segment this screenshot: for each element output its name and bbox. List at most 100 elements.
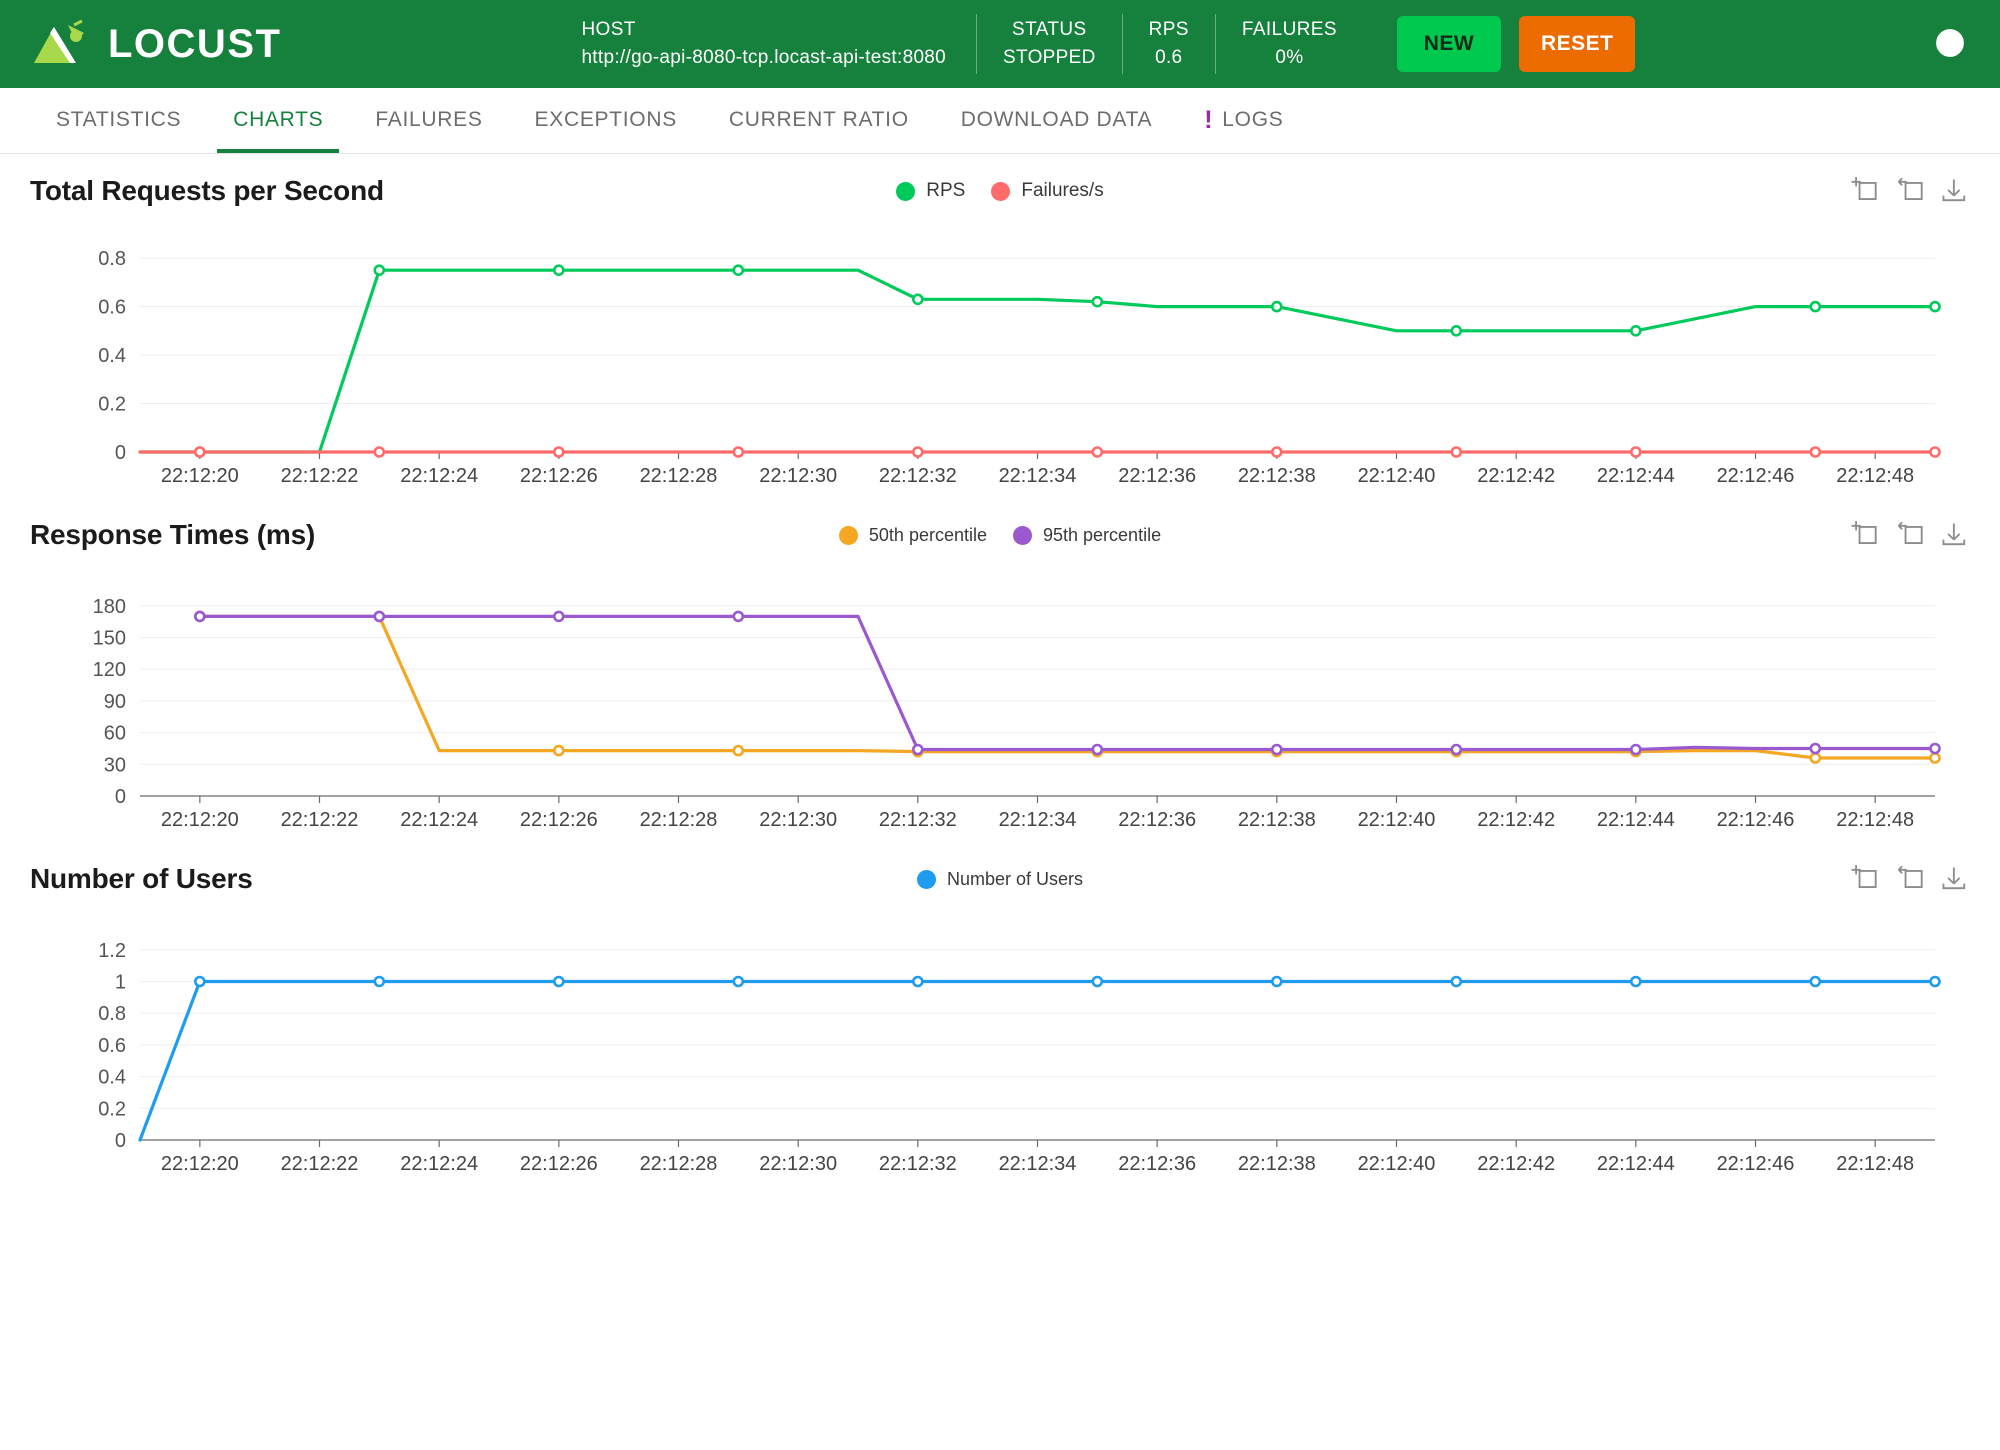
svg-text:0: 0 xyxy=(115,1130,126,1152)
restore-icon[interactable] xyxy=(1894,176,1924,206)
tab-statistics[interactable]: STATISTICS xyxy=(30,87,207,153)
tab-charts[interactable]: CHARTS xyxy=(207,87,349,153)
svg-text:22:12:22: 22:12:22 xyxy=(281,465,359,487)
svg-text:22:12:42: 22:12:42 xyxy=(1477,1153,1555,1175)
tab-label: FAILURES xyxy=(375,108,483,131)
legend-color-dot xyxy=(896,181,916,201)
chart-header: Number of Users Number of Users xyxy=(30,842,1970,916)
svg-text:22:12:34: 22:12:34 xyxy=(999,1153,1077,1175)
svg-text:0: 0 xyxy=(115,442,126,464)
legend-label: Failures/s xyxy=(1021,180,1104,201)
legend-color-dot xyxy=(1013,525,1032,545)
svg-text:22:12:32: 22:12:32 xyxy=(879,809,957,831)
tab-label: LOGS xyxy=(1222,108,1284,131)
svg-text:22:12:42: 22:12:42 xyxy=(1477,809,1555,831)
svg-text:22:12:24: 22:12:24 xyxy=(400,1153,478,1175)
svg-text:22:12:38: 22:12:38 xyxy=(1238,465,1316,487)
rps-label: RPS xyxy=(1148,19,1189,40)
download-icon[interactable] xyxy=(1940,520,1970,550)
status-cell: STATUS STOPPED xyxy=(976,14,1122,74)
svg-text:1.2: 1.2 xyxy=(98,940,126,962)
svg-text:22:12:48: 22:12:48 xyxy=(1836,809,1914,831)
chart-block-0: Total Requests per Second RPS Failures/s 0 0… xyxy=(0,154,2000,498)
zoom-area-icon[interactable] xyxy=(1848,520,1878,550)
rps-cell: RPS 0.6 xyxy=(1121,14,1215,74)
exclamation-icon: ! xyxy=(1204,105,1214,134)
tab-download-data[interactable]: DOWNLOAD DATA xyxy=(935,87,1179,153)
plot-area[interactable]: 0 30 60 90 120 150 180 22:12:20 22:12:22 22:12:24… xyxy=(30,572,1970,842)
legend-item-95th-percentile[interactable]: 95th percentile xyxy=(1013,525,1161,546)
tab-label: EXCEPTIONS xyxy=(534,108,677,131)
chart-header: Response Times (ms) 50th percentile 95th p… xyxy=(30,498,1970,572)
status-label: STATUS xyxy=(1012,19,1087,40)
svg-text:22:12:32: 22:12:32 xyxy=(879,465,957,487)
svg-text:22:12:44: 22:12:44 xyxy=(1597,809,1675,831)
svg-text:22:12:26: 22:12:26 xyxy=(520,465,598,487)
legend-item-50th-percentile[interactable]: 50th percentile xyxy=(838,524,987,546)
plot-area[interactable]: 0 0.2 0.4 0.6 0.8 22:12:20 22:12:22 22:12:24 22:… xyxy=(30,228,1970,498)
svg-text:22:12:32: 22:12:32 xyxy=(879,1153,957,1175)
legend-color-dot xyxy=(916,869,936,889)
new-test-button[interactable]: NEW xyxy=(1396,16,1501,72)
plot-area[interactable]: 0 0.2 0.4 0.6 0.8 1 1.2 22:12:20 22:12:22 22:12:2… xyxy=(30,916,1970,1186)
locust-logo-icon xyxy=(30,19,92,69)
svg-text:22:12:30: 22:12:30 xyxy=(759,809,837,831)
svg-text:22:12:20: 22:12:20 xyxy=(161,1153,239,1175)
svg-text:22:12:28: 22:12:28 xyxy=(640,809,718,831)
failures-value: 0% xyxy=(1275,47,1304,68)
chart-toolbar xyxy=(1848,176,1970,206)
svg-text:0.8: 0.8 xyxy=(98,248,126,270)
svg-text:22:12:48: 22:12:48 xyxy=(1836,1153,1914,1175)
charts-container: Total Requests per Second RPS Failures/s 0 0… xyxy=(0,154,2000,1186)
dark-mode-toggle-button[interactable] xyxy=(1922,16,1978,72)
tab-failures[interactable]: FAILURES xyxy=(349,87,508,153)
svg-text:1: 1 xyxy=(115,972,126,994)
chart-header: Total Requests per Second RPS Failures/s xyxy=(30,154,1970,228)
svg-text:22:12:20: 22:12:20 xyxy=(161,465,239,487)
svg-text:22:12:38: 22:12:38 xyxy=(1238,809,1316,831)
chart-legend: Number of Users xyxy=(30,869,1970,890)
zoom-area-icon[interactable] xyxy=(1848,176,1878,206)
chart-title: Total Requests per Second xyxy=(30,175,384,206)
host-cell: HOST http://go-api-8080-tcp.locast-api-t… xyxy=(581,14,976,74)
chart-title: Response Times (ms) xyxy=(30,519,316,550)
svg-text:22:12:48: 22:12:48 xyxy=(1836,465,1914,487)
legend-label: 50th percentile xyxy=(868,524,987,545)
failures-label: FAILURES xyxy=(1241,19,1337,40)
svg-text:150: 150 xyxy=(93,628,126,650)
svg-text:22:12:40: 22:12:40 xyxy=(1358,1153,1436,1175)
download-icon[interactable] xyxy=(1940,176,1970,206)
tab-current-ratio[interactable]: CURRENT RATIO xyxy=(703,87,935,153)
zoom-area-icon[interactable] xyxy=(1848,864,1878,894)
restore-icon[interactable] xyxy=(1894,864,1924,894)
svg-text:22:12:44: 22:12:44 xyxy=(1597,1153,1675,1175)
legend-item-failures-s[interactable]: Failures/s xyxy=(991,180,1104,202)
svg-text:22:12:34: 22:12:34 xyxy=(999,809,1077,831)
svg-text:120: 120 xyxy=(93,659,126,681)
chart-title: Number of Users xyxy=(30,863,253,894)
tab-label: DOWNLOAD DATA xyxy=(960,108,1153,131)
reset-stats-button[interactable]: RESET xyxy=(1518,16,1636,72)
svg-text:0.6: 0.6 xyxy=(98,297,126,319)
legend-label: Number of Users xyxy=(946,868,1084,889)
svg-text:22:12:22: 22:12:22 xyxy=(281,809,359,831)
tab-logs[interactable]: ! LOGS xyxy=(1178,87,1309,153)
svg-text:22:12:28: 22:12:28 xyxy=(640,1153,718,1175)
legend-item-number-of-users[interactable]: Number of Users xyxy=(916,868,1084,890)
svg-text:22:12:36: 22:12:36 xyxy=(1118,465,1196,487)
legend-item-rps[interactable]: RPS xyxy=(896,180,965,202)
host-value: http://go-api-8080-tcp.locast-api-test:8… xyxy=(581,47,947,68)
svg-text:22:12:20: 22:12:20 xyxy=(161,809,239,831)
svg-text:22:12:34: 22:12:34 xyxy=(999,465,1077,487)
restore-icon[interactable] xyxy=(1894,520,1924,550)
svg-text:22:12:46: 22:12:46 xyxy=(1717,1153,1795,1175)
svg-text:22:12:46: 22:12:46 xyxy=(1717,809,1795,831)
dark-mode-icon xyxy=(1933,26,1967,63)
brand-name: LOCUST xyxy=(108,22,282,66)
svg-text:60: 60 xyxy=(104,723,126,745)
tab-exceptions[interactable]: EXCEPTIONS xyxy=(509,87,703,153)
brand: LOCUST xyxy=(30,19,281,69)
svg-text:22:12:24: 22:12:24 xyxy=(400,465,478,487)
download-icon[interactable] xyxy=(1940,864,1970,894)
main-tab-bar: STATISTICS CHARTS FAILURES EXCEPTIONS CURREN… xyxy=(0,88,2000,154)
